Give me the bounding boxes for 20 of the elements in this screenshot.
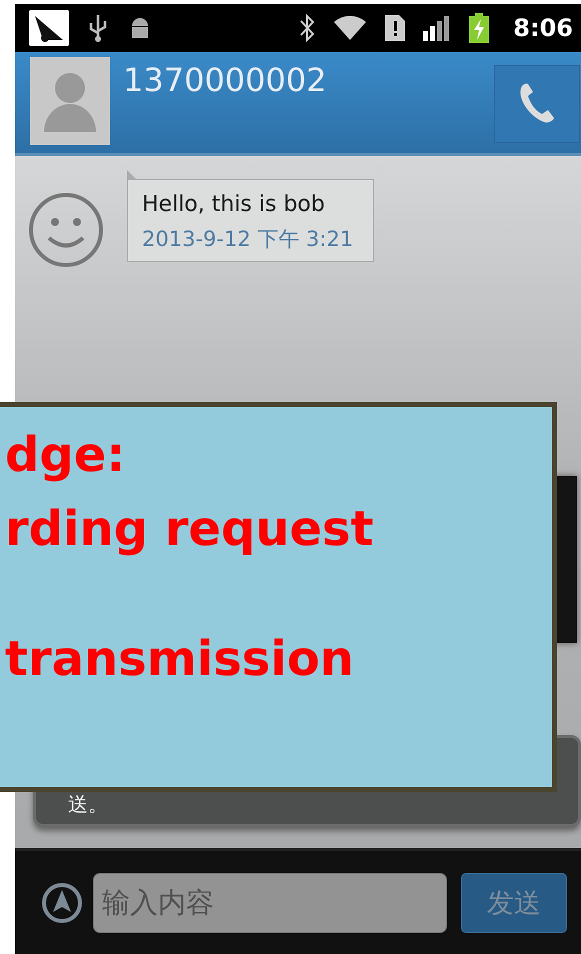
message-time: 2013-9-12 下午 3:21	[142, 226, 354, 253]
app-icon	[29, 10, 69, 46]
usb-icon	[87, 13, 109, 43]
call-button[interactable]	[494, 65, 580, 143]
callout-text: dge:	[5, 426, 126, 485]
bluetooth-icon	[299, 13, 316, 43]
wifi-icon	[333, 14, 368, 42]
send-button[interactable]: 发送	[461, 872, 567, 932]
clock-time: 8:06	[513, 14, 573, 42]
message-text: Hello, this is bob	[142, 192, 326, 217]
callout-text: rding request	[5, 500, 375, 559]
message-input[interactable]: 输入内容	[93, 872, 447, 932]
signal-icon	[423, 15, 452, 41]
contact-number: 1370000002	[123, 61, 328, 99]
sim-alert-icon	[385, 15, 406, 41]
smiley-icon	[27, 191, 105, 269]
callout-text: transmission	[5, 630, 355, 689]
toast-text: 送。	[68, 791, 108, 818]
compass-icon	[41, 882, 83, 924]
battery-icon	[469, 13, 490, 43]
